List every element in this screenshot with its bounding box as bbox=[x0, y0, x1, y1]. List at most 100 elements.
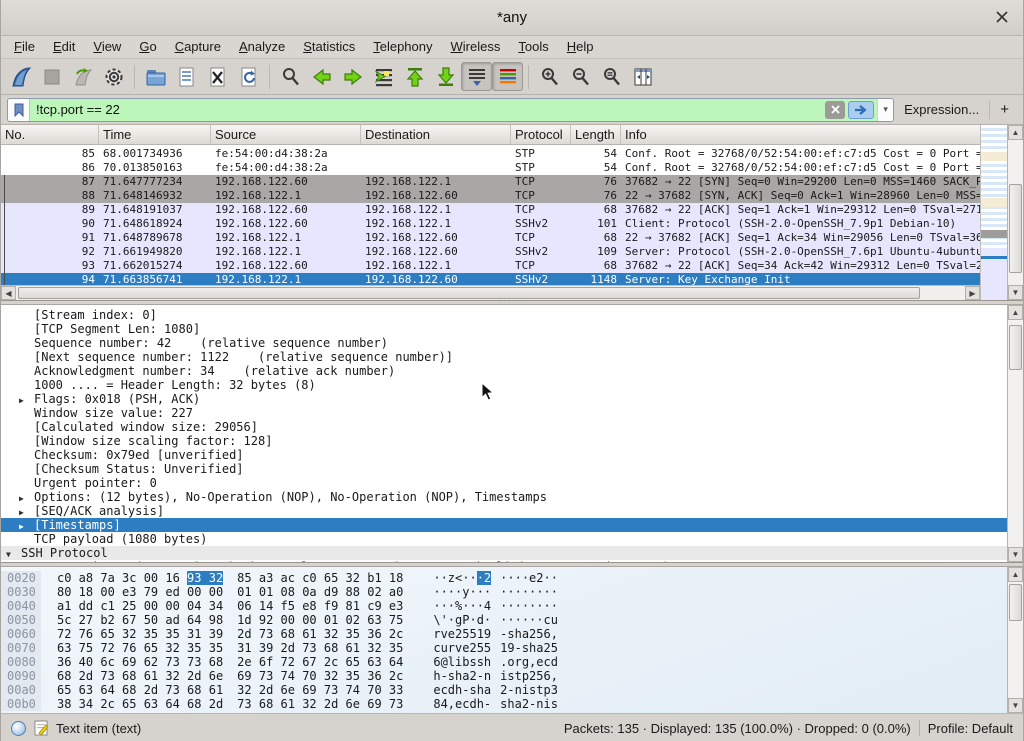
menu-analyze[interactable]: Analyze bbox=[230, 36, 294, 58]
hscroll-thumb[interactable] bbox=[18, 287, 920, 299]
detail-line[interactable]: [TCP Segment Len: 1080] bbox=[1, 322, 1007, 336]
hex-row[interactable]: 007063 75 72 76 65 32 35 3531 39 2d 73 6… bbox=[1, 641, 1007, 655]
menu-edit[interactable]: Edit bbox=[44, 36, 84, 58]
scroll-right-icon[interactable]: ▶ bbox=[965, 286, 980, 300]
filter-clear-icon[interactable] bbox=[825, 101, 845, 119]
column-header-time[interactable]: Time bbox=[99, 125, 211, 144]
expander-icon[interactable] bbox=[19, 506, 24, 518]
vscroll-thumb[interactable] bbox=[1009, 325, 1022, 370]
vscroll-thumb[interactable] bbox=[1009, 184, 1022, 274]
scroll-up-icon[interactable]: ▲ bbox=[1008, 305, 1023, 320]
menu-tools[interactable]: Tools bbox=[509, 36, 557, 58]
packet-row[interactable]: 8971.648191037192.168.122.60192.168.122.… bbox=[1, 203, 980, 217]
expander-icon[interactable] bbox=[19, 520, 24, 532]
detail-line[interactable]: TCP payload (1080 bytes) bbox=[1, 532, 1007, 546]
menu-view[interactable]: View bbox=[84, 36, 130, 58]
zoom-reset-icon[interactable] bbox=[596, 62, 627, 91]
stop-capture-icon[interactable] bbox=[36, 62, 67, 91]
detail-line[interactable]: Options: (12 bytes), No-Operation (NOP),… bbox=[1, 490, 1007, 504]
go-last-icon[interactable] bbox=[430, 62, 461, 91]
hex-row[interactable]: 006072 76 65 32 35 35 31 392d 73 68 61 3… bbox=[1, 627, 1007, 641]
restart-capture-icon[interactable] bbox=[67, 62, 98, 91]
zoom-out-icon[interactable] bbox=[565, 62, 596, 91]
packet-row[interactable]: 9171.648789678192.168.122.1192.168.122.6… bbox=[1, 231, 980, 245]
auto-scroll-icon[interactable] bbox=[461, 62, 492, 91]
hex-row[interactable]: 009068 2d 73 68 61 32 2d 6e69 73 74 70 3… bbox=[1, 669, 1007, 683]
status-profile[interactable]: Profile: Default bbox=[928, 721, 1013, 736]
collapse-icon[interactable] bbox=[6, 548, 11, 560]
detail-line[interactable]: [Next sequence number: 1122 (relative se… bbox=[1, 350, 1007, 364]
go-first-icon[interactable] bbox=[399, 62, 430, 91]
menu-wireless[interactable]: Wireless bbox=[442, 36, 510, 58]
packet-row[interactable]: 8568.001734936fe:54:00:d4:38:2aSTP54Conf… bbox=[1, 147, 980, 161]
filter-dropdown-icon[interactable]: ▾ bbox=[877, 99, 893, 121]
bytes-vscrollbar[interactable]: ▲ ▼ bbox=[1007, 567, 1023, 713]
go-back-icon[interactable] bbox=[306, 62, 337, 91]
column-header-length[interactable]: Length bbox=[571, 125, 621, 144]
close-icon[interactable] bbox=[994, 9, 1010, 25]
hex-row[interactable]: 00a065 63 64 68 2d 73 68 6132 2d 6e 69 7… bbox=[1, 683, 1007, 697]
title-bar[interactable]: *any bbox=[1, 0, 1023, 36]
menu-help[interactable]: Help bbox=[558, 36, 603, 58]
pane-splitter[interactable] bbox=[1, 301, 1023, 304]
detail-line[interactable]: [Calculated window size: 29056] bbox=[1, 420, 1007, 434]
scroll-up-icon[interactable]: ▲ bbox=[1008, 567, 1023, 582]
scroll-left-icon[interactable]: ◀ bbox=[1, 286, 16, 300]
zoom-in-icon[interactable] bbox=[534, 62, 565, 91]
hex-row[interactable]: 008036 40 6c 69 62 73 73 682e 6f 72 67 2… bbox=[1, 655, 1007, 669]
hex-row[interactable]: 0020c0 a8 7a 3c 00 16 93 3285 a3 ac c0 6… bbox=[1, 571, 1007, 585]
scroll-down-icon[interactable]: ▼ bbox=[1008, 547, 1023, 562]
detail-line[interactable]: [Window size scaling factor: 128] bbox=[1, 434, 1007, 448]
menu-statistics[interactable]: Statistics bbox=[294, 36, 364, 58]
go-forward-icon[interactable] bbox=[337, 62, 368, 91]
details-vscrollbar[interactable]: ▲ ▼ bbox=[1007, 305, 1023, 562]
packet-row[interactable]: 9371.662015274192.168.122.60192.168.122.… bbox=[1, 259, 980, 273]
detail-line[interactable]: [SEQ/ACK analysis] bbox=[1, 504, 1007, 518]
packet-row[interactable]: 8871.648146932192.168.122.1192.168.122.6… bbox=[1, 189, 980, 203]
colorize-icon[interactable] bbox=[492, 62, 523, 91]
detail-line[interactable]: [Stream index: 0] bbox=[1, 308, 1007, 322]
menu-file[interactable]: File bbox=[5, 36, 44, 58]
packet-row[interactable]: 8670.013850163fe:54:00:d4:38:2aSTP54Conf… bbox=[1, 161, 980, 175]
filter-field[interactable]: ▾ bbox=[7, 98, 894, 122]
detail-line[interactable]: Window size value: 227 bbox=[1, 406, 1007, 420]
menu-capture[interactable]: Capture bbox=[166, 36, 230, 58]
packet-row-selected[interactable]: 9471.663856741192.168.122.1192.168.122.6… bbox=[1, 273, 980, 285]
go-to-packet-icon[interactable] bbox=[368, 62, 399, 91]
save-file-icon[interactable] bbox=[171, 62, 202, 91]
packet-list-hscrollbar[interactable]: ◀ ▶ bbox=[1, 285, 980, 300]
packet-list-vscrollbar[interactable]: ▲ ▼ bbox=[1007, 125, 1023, 300]
packet-row[interactable]: 9071.648618924192.168.122.60192.168.122.… bbox=[1, 217, 980, 231]
packet-row[interactable]: 9271.661949820192.168.122.1192.168.122.6… bbox=[1, 245, 980, 259]
reload-file-icon[interactable] bbox=[233, 62, 264, 91]
bookmark-icon[interactable] bbox=[8, 99, 30, 121]
detail-line[interactable]: Urgent pointer: 0 bbox=[1, 476, 1007, 490]
column-header-destination[interactable]: Destination bbox=[361, 125, 511, 144]
add-filter-button[interactable]: + bbox=[996, 101, 1017, 118]
menu-telephony[interactable]: Telephony bbox=[364, 36, 441, 58]
column-header-info[interactable]: Info bbox=[621, 125, 980, 144]
scroll-up-icon[interactable]: ▲ bbox=[1008, 125, 1023, 140]
capture-options-icon[interactable] bbox=[98, 62, 129, 91]
detail-line[interactable]: Acknowledgment number: 34 (relative ack … bbox=[1, 364, 1007, 378]
packet-list-minimap[interactable] bbox=[980, 125, 1007, 300]
open-file-icon[interactable] bbox=[140, 62, 171, 91]
hex-row[interactable]: 00b038 34 2c 65 63 64 68 2d73 68 61 32 2… bbox=[1, 697, 1007, 711]
capture-comment-icon[interactable] bbox=[34, 720, 48, 736]
column-header-source[interactable]: Source bbox=[211, 125, 361, 144]
detail-line[interactable]: 1000 .... = Header Length: 32 bytes (8) bbox=[1, 378, 1007, 392]
hex-row[interactable]: 003080 18 00 e3 79 ed 00 0001 01 08 0a d… bbox=[1, 585, 1007, 599]
detail-line[interactable]: [Checksum Status: Unverified] bbox=[1, 462, 1007, 476]
expert-info-icon[interactable] bbox=[11, 721, 26, 736]
find-packet-icon[interactable] bbox=[275, 62, 306, 91]
scroll-down-icon[interactable]: ▼ bbox=[1008, 285, 1023, 300]
resize-columns-icon[interactable] bbox=[627, 62, 658, 91]
detail-line[interactable]: Sequence number: 42 (relative sequence n… bbox=[1, 336, 1007, 350]
expander-icon[interactable] bbox=[19, 492, 24, 504]
packet-row[interactable]: 8771.647777234192.168.122.60192.168.122.… bbox=[1, 175, 980, 189]
hex-row[interactable]: 00505c 27 b2 67 50 ad 64 981d 92 00 00 0… bbox=[1, 613, 1007, 627]
close-file-icon[interactable] bbox=[202, 62, 233, 91]
scroll-down-icon[interactable]: ▼ bbox=[1008, 698, 1023, 713]
column-header-no[interactable]: No. bbox=[1, 125, 99, 144]
detail-line[interactable]: Flags: 0x018 (PSH, ACK) bbox=[1, 392, 1007, 406]
